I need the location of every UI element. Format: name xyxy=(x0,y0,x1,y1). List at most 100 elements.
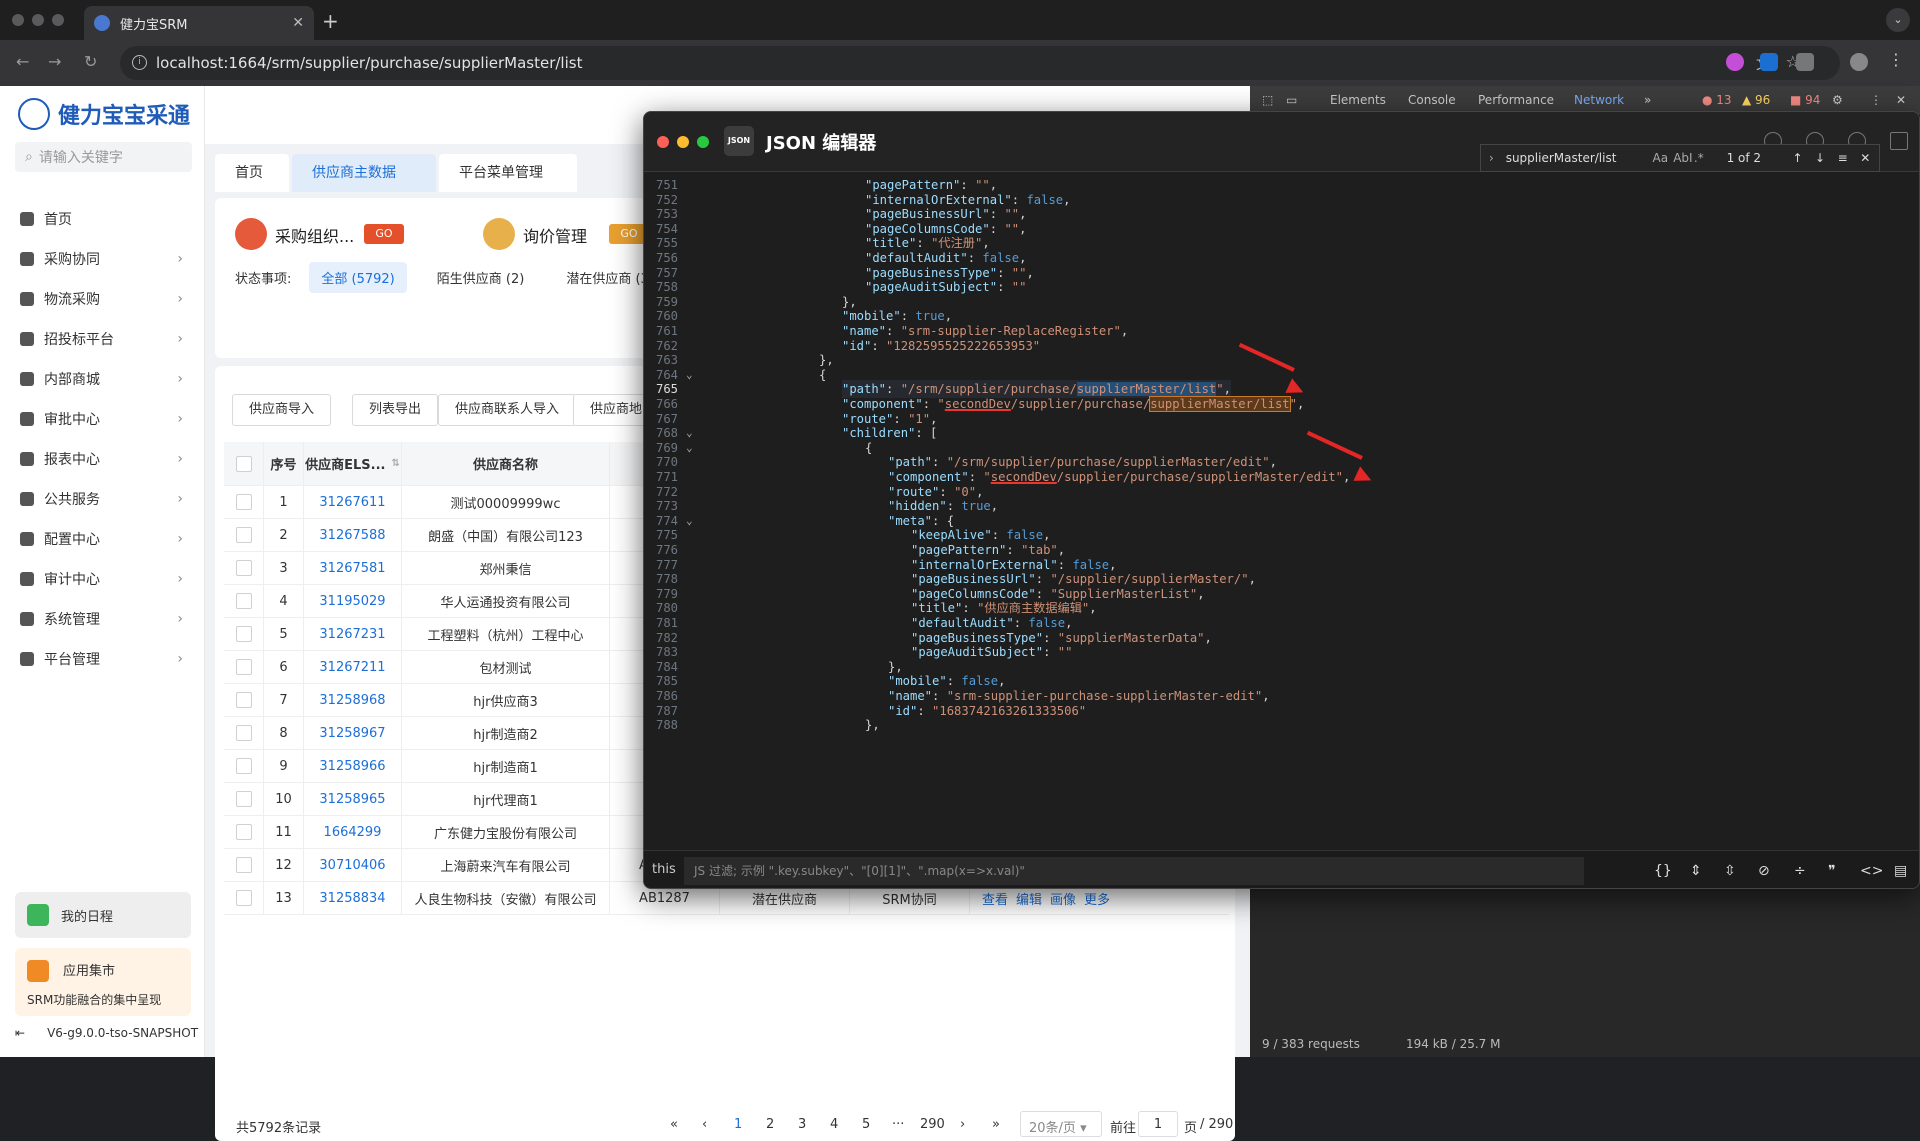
sidebar-item[interactable]: 报表中心 › xyxy=(0,439,205,479)
fold-chevron-icon[interactable]: ⌄ xyxy=(686,439,693,457)
find-close-icon[interactable]: ✕ xyxy=(1860,151,1879,165)
row-els-code[interactable]: 31267588 xyxy=(319,528,385,543)
go-button[interactable]: GO xyxy=(364,224,404,244)
row-checkbox[interactable] xyxy=(235,857,252,873)
select-all-checkbox[interactable] xyxy=(235,455,252,472)
my-schedule-card[interactable]: 我的日程 xyxy=(15,892,191,938)
page-size-select[interactable]: 20条/页 ▾ xyxy=(1020,1111,1102,1137)
row-els-code[interactable]: 31195029 xyxy=(319,594,385,609)
goto-page-input[interactable]: 1 xyxy=(1138,1111,1178,1137)
row-els-code[interactable]: 31267611 xyxy=(319,495,385,510)
view-link[interactable]: 查看 xyxy=(982,889,1008,908)
tab-supplier-master[interactable]: 供应商主数据 xyxy=(292,154,436,192)
row-checkbox[interactable] xyxy=(235,527,252,543)
forward-icon[interactable]: → xyxy=(48,52,61,71)
find-expand-icon[interactable]: › xyxy=(1481,151,1502,165)
portrait-link[interactable]: 画像 xyxy=(1050,889,1076,908)
sidebar-item[interactable]: 系统管理 › xyxy=(0,599,205,639)
warning-count[interactable]: ▲ 96 xyxy=(1742,93,1770,107)
next-match-icon[interactable]: ↓ xyxy=(1815,151,1838,165)
status-chip-all[interactable]: 全部 (5792) xyxy=(309,262,407,293)
split-icon[interactable]: ÷ xyxy=(1794,863,1806,879)
extension-icon[interactable] xyxy=(1760,53,1778,71)
row-checkbox[interactable] xyxy=(235,791,252,807)
export-list-button[interactable]: 列表导出 xyxy=(352,394,439,426)
more-link[interactable]: 更多 xyxy=(1084,889,1110,908)
code-icon[interactable]: <> xyxy=(1860,863,1883,879)
devtools-tab-performance[interactable]: Performance xyxy=(1478,93,1554,107)
col-header-els[interactable]: 供应商ELS... xyxy=(305,454,385,473)
last-page-icon[interactable]: » xyxy=(992,1117,1000,1132)
format-braces-icon[interactable]: {} xyxy=(1654,863,1672,879)
window-close-dot[interactable] xyxy=(12,14,24,26)
minimize-dot[interactable] xyxy=(677,136,689,148)
expand-all-icon[interactable]: ⇳ xyxy=(1724,863,1736,879)
row-els-code[interactable]: 31267231 xyxy=(319,627,385,642)
tab-platform-menu[interactable]: 平台菜单管理 xyxy=(439,154,577,192)
app-logo[interactable]: 健力宝宝采通 xyxy=(18,98,190,130)
inspect-icon[interactable]: ⬚ xyxy=(1262,93,1273,107)
close-dot[interactable] xyxy=(657,136,669,148)
profile-avatar[interactable] xyxy=(1850,53,1868,71)
row-checkbox[interactable] xyxy=(235,659,252,675)
menu-search-input[interactable]: ⌕ 请输入关键字 xyxy=(15,142,192,172)
pin-icon[interactable] xyxy=(1890,132,1908,150)
sort-icon[interactable]: ⇅ xyxy=(391,458,399,469)
page-1[interactable]: 1 xyxy=(734,1117,742,1132)
row-checkbox[interactable] xyxy=(235,593,252,609)
reload-icon[interactable]: ↻ xyxy=(84,52,97,71)
page-last[interactable]: 290 xyxy=(920,1117,945,1132)
whole-word-toggle[interactable]: AbI xyxy=(1673,151,1694,165)
devtools-menu-icon[interactable]: ⋮ xyxy=(1870,93,1882,107)
devtools-tab-console[interactable]: Console xyxy=(1408,93,1456,107)
row-checkbox[interactable] xyxy=(235,626,252,642)
row-checkbox[interactable] xyxy=(235,758,252,774)
js-filter-input[interactable]: JS 过滤; 示例 ".key.subkey"、"[0][1]"、".map(x… xyxy=(684,857,1584,885)
first-page-icon[interactable]: « xyxy=(670,1117,678,1132)
devtools-tab-network[interactable]: Network xyxy=(1574,93,1624,107)
status-chip-stranger[interactable]: 陌生供应商 (2) xyxy=(425,262,537,293)
sidebar-item[interactable]: 采购协同 › xyxy=(0,239,205,279)
row-checkbox[interactable] xyxy=(235,824,252,840)
browser-tab[interactable]: 健力宝SRM ✕ xyxy=(84,6,314,40)
sidebar-item[interactable]: 审计中心 › xyxy=(0,559,205,599)
page-5[interactable]: 5 xyxy=(862,1117,870,1132)
tab-close-icon[interactable]: ✕ xyxy=(292,15,304,31)
more-tabs-icon[interactable]: » xyxy=(1644,93,1651,107)
row-checkbox[interactable] xyxy=(235,725,252,741)
device-toggle-icon[interactable]: ▭ xyxy=(1286,93,1297,107)
prev-match-icon[interactable]: ↑ xyxy=(1792,151,1815,165)
sidebar-item[interactable]: 配置中心 › xyxy=(0,519,205,559)
sidebar-item[interactable]: 审批中心 › xyxy=(0,399,205,439)
row-checkbox[interactable] xyxy=(235,560,252,576)
row-checkbox[interactable] xyxy=(235,890,252,906)
find-input[interactable]: supplierMaster/list xyxy=(1502,151,1653,165)
page-ellipsis[interactable]: ··· xyxy=(892,1117,904,1132)
row-els-code[interactable]: 31267581 xyxy=(319,561,385,576)
collapse-all-icon[interactable]: ⇕ xyxy=(1690,863,1702,879)
devtools-tab-elements[interactable]: Elements xyxy=(1330,93,1386,107)
row-els-code[interactable]: 31258968 xyxy=(319,693,385,708)
fold-chevron-icon[interactable]: ⌄ xyxy=(686,512,693,530)
row-els-code[interactable]: 31258966 xyxy=(319,759,385,774)
tab-search-icon[interactable]: ⌄ xyxy=(1886,8,1910,32)
error-count[interactable]: ● 13 xyxy=(1702,93,1732,107)
browser-menu-icon[interactable]: ⋮ xyxy=(1888,50,1904,69)
devtools-close-icon[interactable]: ✕ xyxy=(1896,93,1906,107)
window-minimize-dot[interactable] xyxy=(32,14,44,26)
fold-chevron-icon[interactable]: ⌄ xyxy=(686,366,693,384)
issue-count[interactable]: ■ 94 xyxy=(1790,93,1820,107)
zoom-dot[interactable] xyxy=(697,136,709,148)
window-zoom-dot[interactable] xyxy=(52,14,64,26)
back-icon[interactable]: ← xyxy=(16,52,29,71)
extension-icon[interactable] xyxy=(1726,53,1744,71)
tab-home[interactable]: 首页 xyxy=(215,154,289,192)
edit-link[interactable]: 编辑 xyxy=(1016,889,1042,908)
row-checkbox[interactable] xyxy=(235,692,252,708)
sidebar-item[interactable]: 平台管理 › xyxy=(0,639,205,679)
row-els-code[interactable]: 31258965 xyxy=(319,792,385,807)
site-info-icon[interactable]: i xyxy=(132,55,147,70)
sidebar-item[interactable]: 公共服务 › xyxy=(0,479,205,519)
next-page-icon[interactable]: › xyxy=(960,1117,965,1132)
regex-toggle[interactable]: .* xyxy=(1694,151,1715,165)
